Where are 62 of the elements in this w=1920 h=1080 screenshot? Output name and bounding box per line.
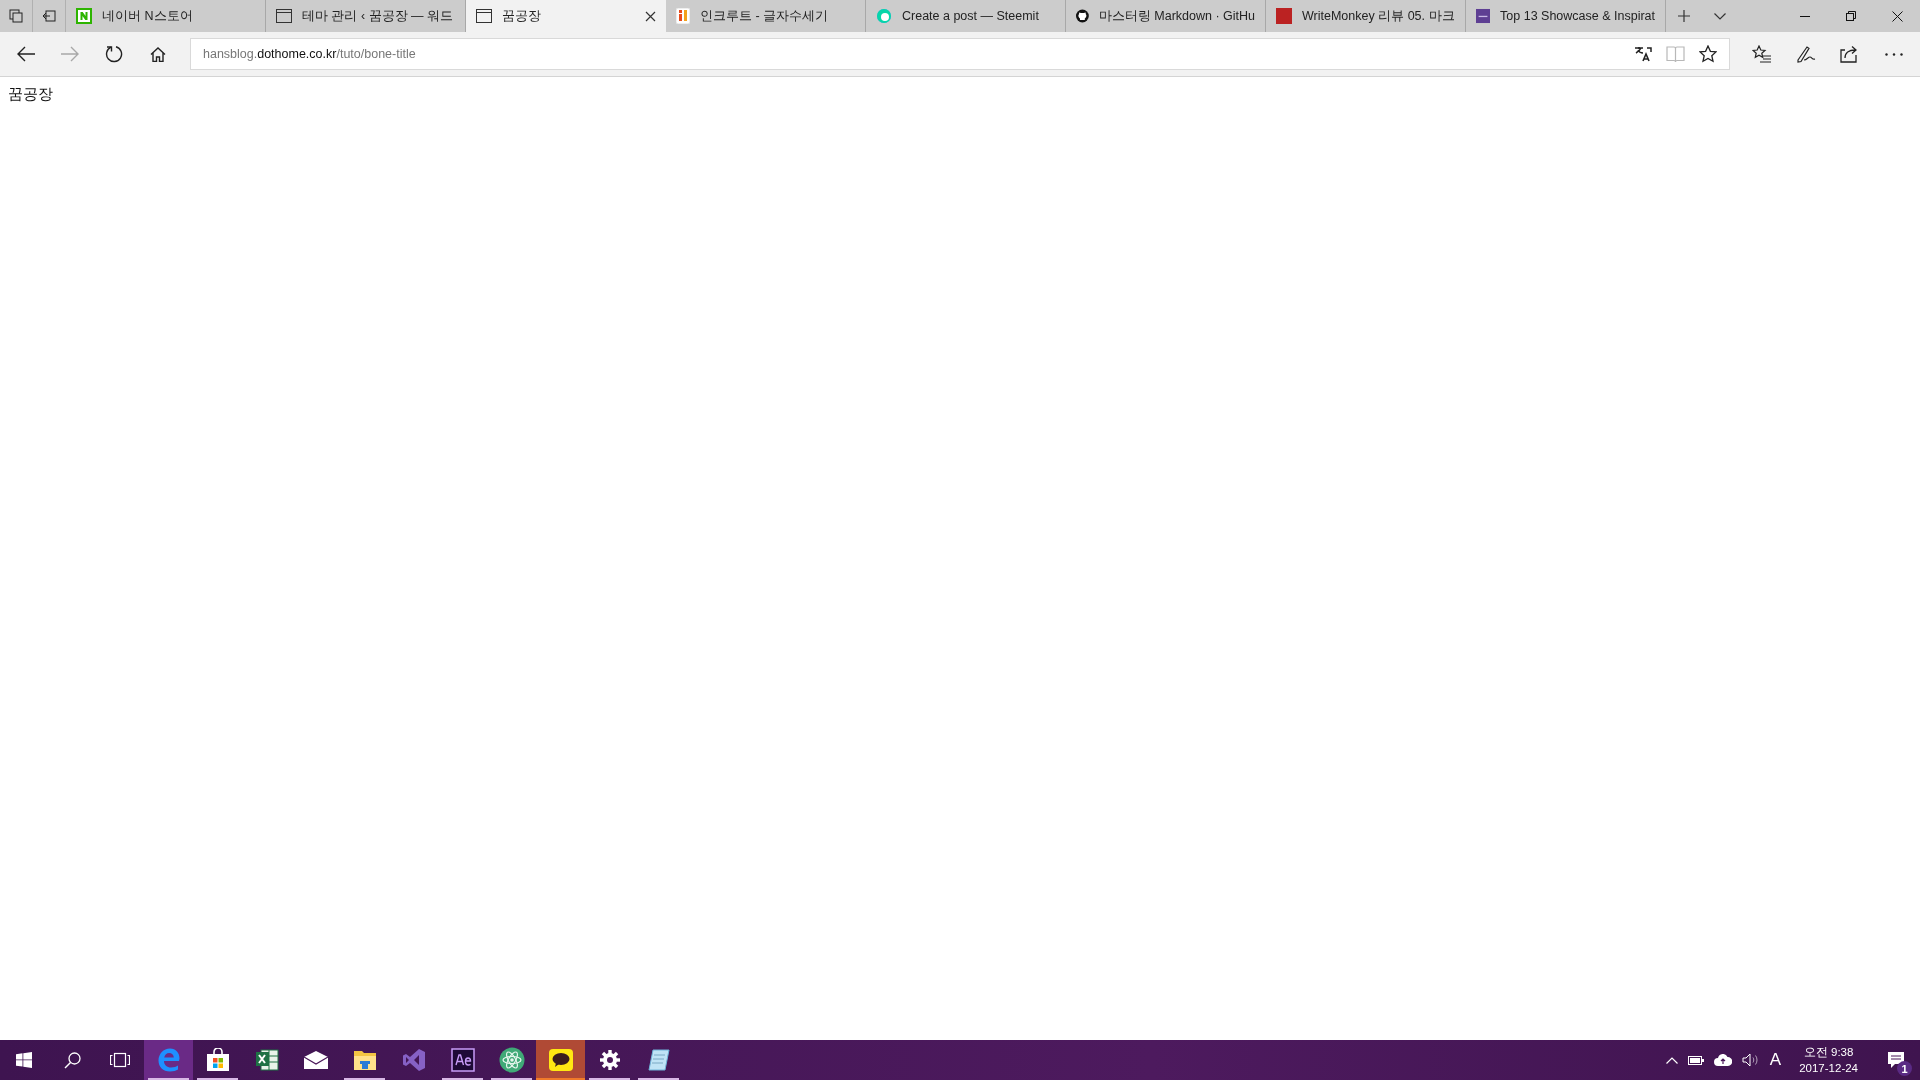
- tab-title: WriteMonkey 리뷰 05. 마크: [1302, 7, 1455, 25]
- minimize-icon: [1800, 15, 1810, 17]
- edge-logo-icon: [156, 1048, 181, 1072]
- envelope-icon: [302, 1050, 329, 1070]
- browser-tab[interactable]: 꿈공장: [466, 0, 666, 32]
- tab-title: 마스터링 Markdown · GitHu: [1098, 7, 1255, 25]
- speaker-icon[interactable]: [1741, 1053, 1760, 1067]
- windows-logo-icon: [16, 1052, 32, 1068]
- tab-title: Create a post — Steemit: [902, 9, 1040, 23]
- naver-favicon-icon: [76, 8, 92, 24]
- tab-title: 꿈공장: [502, 7, 542, 25]
- incruit-favicon-icon: [676, 8, 690, 24]
- close-icon: [1891, 10, 1903, 22]
- speech-bubble-icon: [547, 1048, 574, 1072]
- url-text: hansblog.dothome.co.kr/tuto/bone-title: [203, 47, 416, 61]
- tab-title: Top 13 Showcase & Inspirat: [1500, 9, 1655, 23]
- time-text: 오전 9:38: [1803, 1045, 1854, 1060]
- tab-title: 테마 관리 ‹ 꿈공장 — 워드: [302, 7, 455, 25]
- home-icon: [150, 46, 166, 62]
- tab-title: 네이버 N스토어: [102, 7, 194, 25]
- stacked-windows-icon: [9, 9, 23, 23]
- close-icon[interactable]: [645, 10, 656, 22]
- plus-icon: [1678, 10, 1690, 22]
- taskbar-app-button[interactable]: [536, 1040, 585, 1080]
- notepad-icon: [646, 1048, 671, 1072]
- pen-icon: [1796, 45, 1816, 63]
- action-center-button[interactable]: 1: [1876, 1040, 1916, 1080]
- atom-icon: [498, 1047, 525, 1073]
- settings-icon: [599, 1050, 620, 1070]
- cloud-icon[interactable]: [1713, 1054, 1732, 1066]
- star-icon[interactable]: [1699, 45, 1717, 63]
- github-favicon-icon: [1076, 8, 1089, 24]
- restore-icon: [1846, 11, 1856, 21]
- clock-button[interactable]: 오전 9:38 2017-12-24: [1791, 1044, 1866, 1076]
- battery-icon[interactable]: [1687, 1055, 1704, 1065]
- spreadsheet-icon: [254, 1048, 279, 1072]
- chevron-up-icon[interactable]: [1665, 1056, 1678, 1064]
- visual-studio-logo-icon: [401, 1048, 426, 1072]
- page-icon: [276, 9, 292, 23]
- share-icon: [1840, 45, 1860, 63]
- back-arrow-icon: [17, 46, 35, 62]
- site-logo-favicon-icon: [1476, 8, 1491, 24]
- translate-icon[interactable]: [1634, 46, 1652, 62]
- page-icon: [476, 9, 492, 23]
- page-text: 꿈공장: [8, 85, 53, 102]
- date-text: 2017-12-24: [1799, 1061, 1858, 1076]
- shopping-bag-icon: [205, 1048, 230, 1072]
- tab-title: 인크루트 - 글자수세기: [700, 7, 830, 25]
- steemit-favicon-icon: [876, 8, 892, 24]
- task-view-icon: [110, 1052, 130, 1068]
- forward-arrow-icon: [61, 46, 79, 62]
- input-indicator[interactable]: A: [1769, 1050, 1782, 1070]
- more-icon: [1885, 52, 1903, 56]
- address-field[interactable]: hansblog.dothome.co.kr/tuto/bone-title: [190, 38, 1730, 70]
- star-list-icon: [1752, 45, 1772, 63]
- refresh-icon: [105, 45, 123, 63]
- photo-placeholder: [1276, 8, 1292, 24]
- search-icon: [63, 1051, 81, 1069]
- folder-icon: [352, 1049, 377, 1071]
- chevron-down-icon: [1714, 12, 1726, 20]
- notification-count-badge: 1: [1897, 1061, 1912, 1076]
- ae-logo-icon: [450, 1048, 475, 1072]
